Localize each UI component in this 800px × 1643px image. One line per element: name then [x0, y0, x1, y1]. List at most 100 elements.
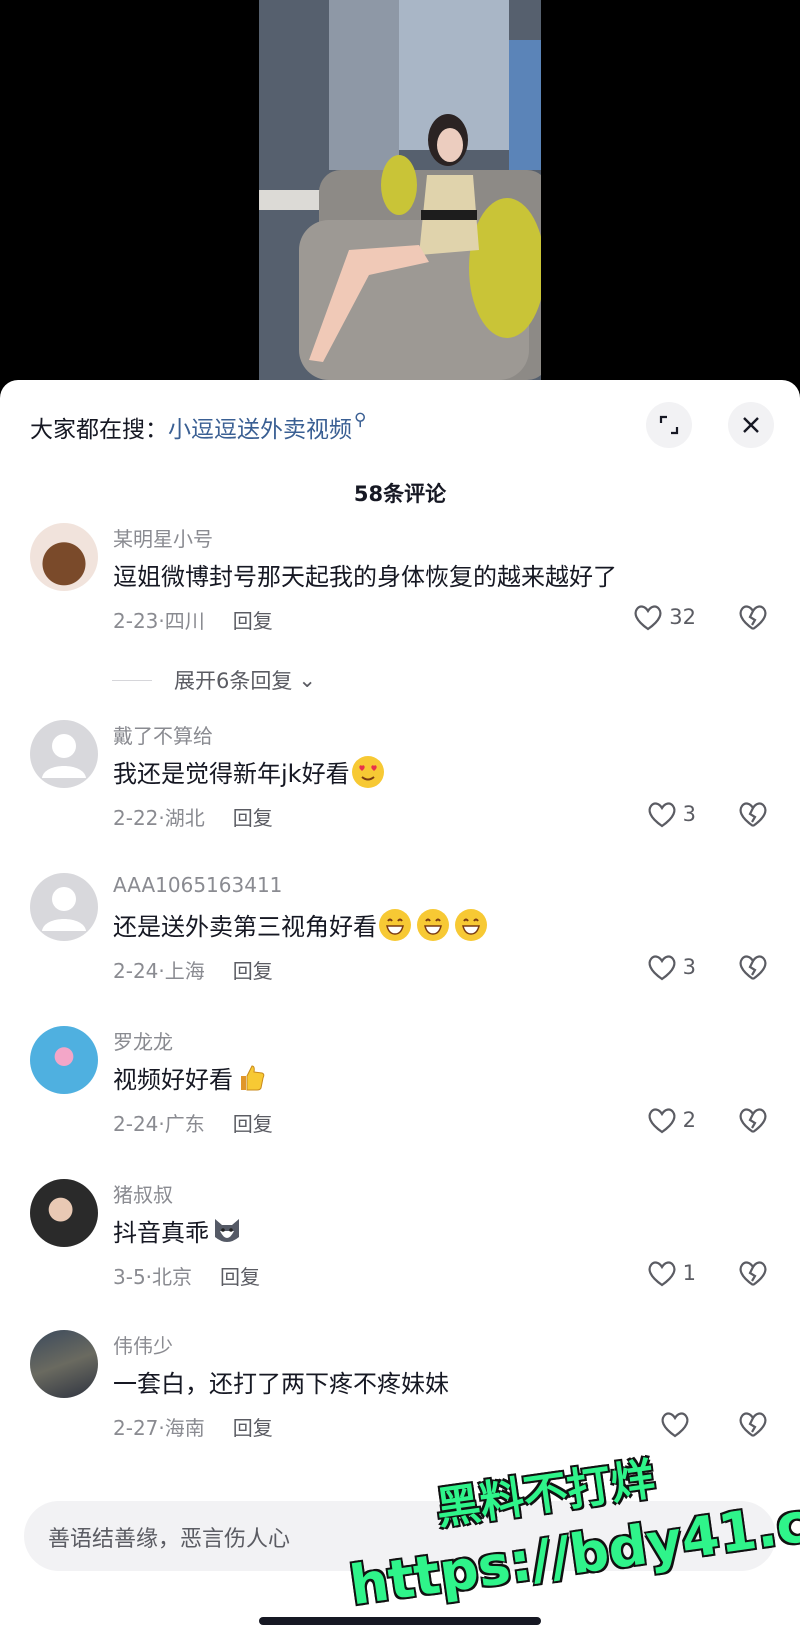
avatar[interactable]: [30, 1330, 98, 1398]
comment-input-placeholder: 善语结善缘，恶言伤人心: [48, 1527, 291, 1552]
comment-date: 2-27: [113, 1416, 159, 1440]
default-avatar-icon: [42, 887, 86, 931]
reply-button[interactable]: 回复: [220, 1265, 260, 1289]
dislike-button[interactable]: [738, 1106, 768, 1138]
comment-meta: 2-27·海南 回复: [113, 1416, 273, 1440]
comment-date: 2-24: [113, 1112, 159, 1136]
reply-button[interactable]: 回复: [233, 959, 273, 983]
dislike-button[interactable]: [738, 800, 768, 832]
like-count: 1: [682, 1261, 696, 1285]
heart-icon: [648, 1261, 676, 1287]
avatar[interactable]: [30, 720, 98, 788]
broken-heart-icon: [739, 1261, 767, 1286]
comment-sheet: 大家都在搜：小逗逗送外卖视频 ⚲ 58条评论 某明星小号 逗姐微博封号那天起我的身…: [0, 380, 800, 1643]
dislike-button[interactable]: [738, 953, 768, 985]
dislike-button[interactable]: [738, 1259, 768, 1291]
comment-location: 海南: [164, 1416, 205, 1440]
comment-count: 58条评论: [353, 482, 447, 506]
comment-text: 抖音真乖: [113, 1213, 243, 1248]
home-indicator: [259, 1617, 541, 1625]
avatar[interactable]: [30, 523, 98, 591]
divider: [112, 679, 152, 681]
comment-text: 逗姐微博封号那天起我的身体恢复的越来越好了: [113, 563, 617, 591]
comment-text: 还是送外卖第三视角好看: [113, 907, 487, 942]
grin-emoji: [455, 909, 487, 941]
comment-location: 四川: [164, 609, 205, 633]
grin-emoji: [417, 909, 449, 941]
reply-button[interactable]: 回复: [233, 806, 273, 830]
default-avatar-icon: [42, 734, 86, 778]
like-button[interactable]: 3: [647, 953, 696, 981]
comment-location: 广东: [164, 1112, 205, 1136]
comment-username[interactable]: 罗龙龙: [113, 1026, 173, 1055]
comment-text: 视频好好看: [113, 1060, 267, 1095]
avatar[interactable]: [30, 873, 98, 941]
comment-username[interactable]: 戴了不算给: [113, 720, 213, 749]
comment-username[interactable]: 猪叔叔: [113, 1179, 173, 1208]
comment-item: 猪叔叔 抖音真乖 3-5·北京 回复 1: [0, 1179, 800, 1319]
like-button[interactable]: 3: [647, 800, 696, 828]
comment-item: 戴了不算给 我还是觉得新年jk好看 2-22·湖北 回复 3: [0, 720, 800, 860]
chevron-down-icon: ⌄: [298, 668, 316, 692]
trending-search-query[interactable]: 小逗逗送外卖视频: [168, 417, 352, 443]
avatar[interactable]: [30, 1026, 98, 1094]
close-button[interactable]: [728, 402, 774, 448]
video-thumbnail: [259, 0, 541, 380]
reply-button[interactable]: 回复: [233, 1416, 273, 1440]
broken-heart-icon: [739, 1412, 767, 1437]
avatar[interactable]: [30, 1179, 98, 1247]
expand-replies-button[interactable]: 展开6条回复 ⌄: [112, 665, 316, 695]
like-button[interactable]: 2: [647, 1106, 696, 1134]
heart-icon: [648, 1108, 676, 1134]
thumbs-up-emoji: [235, 1062, 267, 1094]
search-icon: ⚲: [354, 410, 367, 430]
expand-button[interactable]: [646, 402, 692, 448]
comment-username[interactable]: AAA1065163411: [113, 873, 282, 897]
heart-icon: [634, 605, 662, 631]
grin-emoji: [379, 909, 411, 941]
comment-meta: 3-5·北京 回复: [113, 1265, 261, 1289]
heart-icon: [648, 802, 676, 828]
close-icon: [743, 417, 759, 433]
comment-username[interactable]: 某明星小号: [113, 523, 213, 552]
husky-emoji: [211, 1215, 243, 1247]
comment-item: 某明星小号 逗姐微博封号那天起我的身体恢复的越来越好了 2-23·四川 回复 32: [0, 523, 800, 663]
comment-item: AAA1065163411 还是送外卖第三视角好看 2-24·上海 回复 3: [0, 873, 800, 1013]
comment-location: 湖北: [164, 806, 205, 830]
trending-search[interactable]: 大家都在搜：小逗逗送外卖视频 ⚲: [30, 410, 366, 444]
reply-button[interactable]: 回复: [233, 1112, 273, 1136]
like-count: 2: [682, 1108, 696, 1132]
trending-search-prefix: 大家都在搜：: [30, 417, 168, 443]
like-button[interactable]: [660, 1410, 696, 1438]
broken-heart-icon: [739, 802, 767, 827]
comment-date: 2-24: [113, 959, 159, 983]
comment-meta: 2-22·湖北 回复: [113, 806, 273, 830]
comment-text: 一套白，还打了两下疼不疼妹妹: [113, 1370, 449, 1398]
comment-meta: 2-24·上海 回复: [113, 959, 273, 983]
comment-date: 2-23: [113, 609, 159, 633]
comment-item: 罗龙龙 视频好好看 2-24·广东 回复 2: [0, 1026, 800, 1166]
comment-location: 北京: [152, 1265, 193, 1289]
video-frame[interactable]: [259, 0, 541, 380]
like-button[interactable]: 32: [633, 603, 696, 631]
comment-meta: 2-24·广东 回复: [113, 1112, 273, 1136]
expand-icon: [659, 415, 679, 435]
broken-heart-icon: [739, 1108, 767, 1133]
like-button[interactable]: 1: [647, 1259, 696, 1287]
dislike-button[interactable]: [738, 1410, 768, 1442]
heart-icon: [661, 1412, 689, 1438]
broken-heart-icon: [739, 605, 767, 630]
comment-date: 3-5: [113, 1265, 146, 1289]
comment-item: 伟伟少 一套白，还打了两下疼不疼妹妹 2-27·海南 回复: [0, 1330, 800, 1470]
heart-eyes-emoji: [351, 756, 384, 788]
heart-icon: [648, 955, 676, 981]
comment-text: 我还是觉得新年jk好看: [113, 754, 384, 789]
like-count: 3: [682, 955, 696, 979]
like-count: 3: [682, 802, 696, 826]
reply-button[interactable]: 回复: [233, 609, 273, 633]
dislike-button[interactable]: [738, 603, 768, 635]
comment-meta: 2-23·四川 回复: [113, 609, 273, 633]
comment-date: 2-22: [113, 806, 159, 830]
broken-heart-icon: [739, 955, 767, 980]
comment-username[interactable]: 伟伟少: [113, 1330, 173, 1359]
